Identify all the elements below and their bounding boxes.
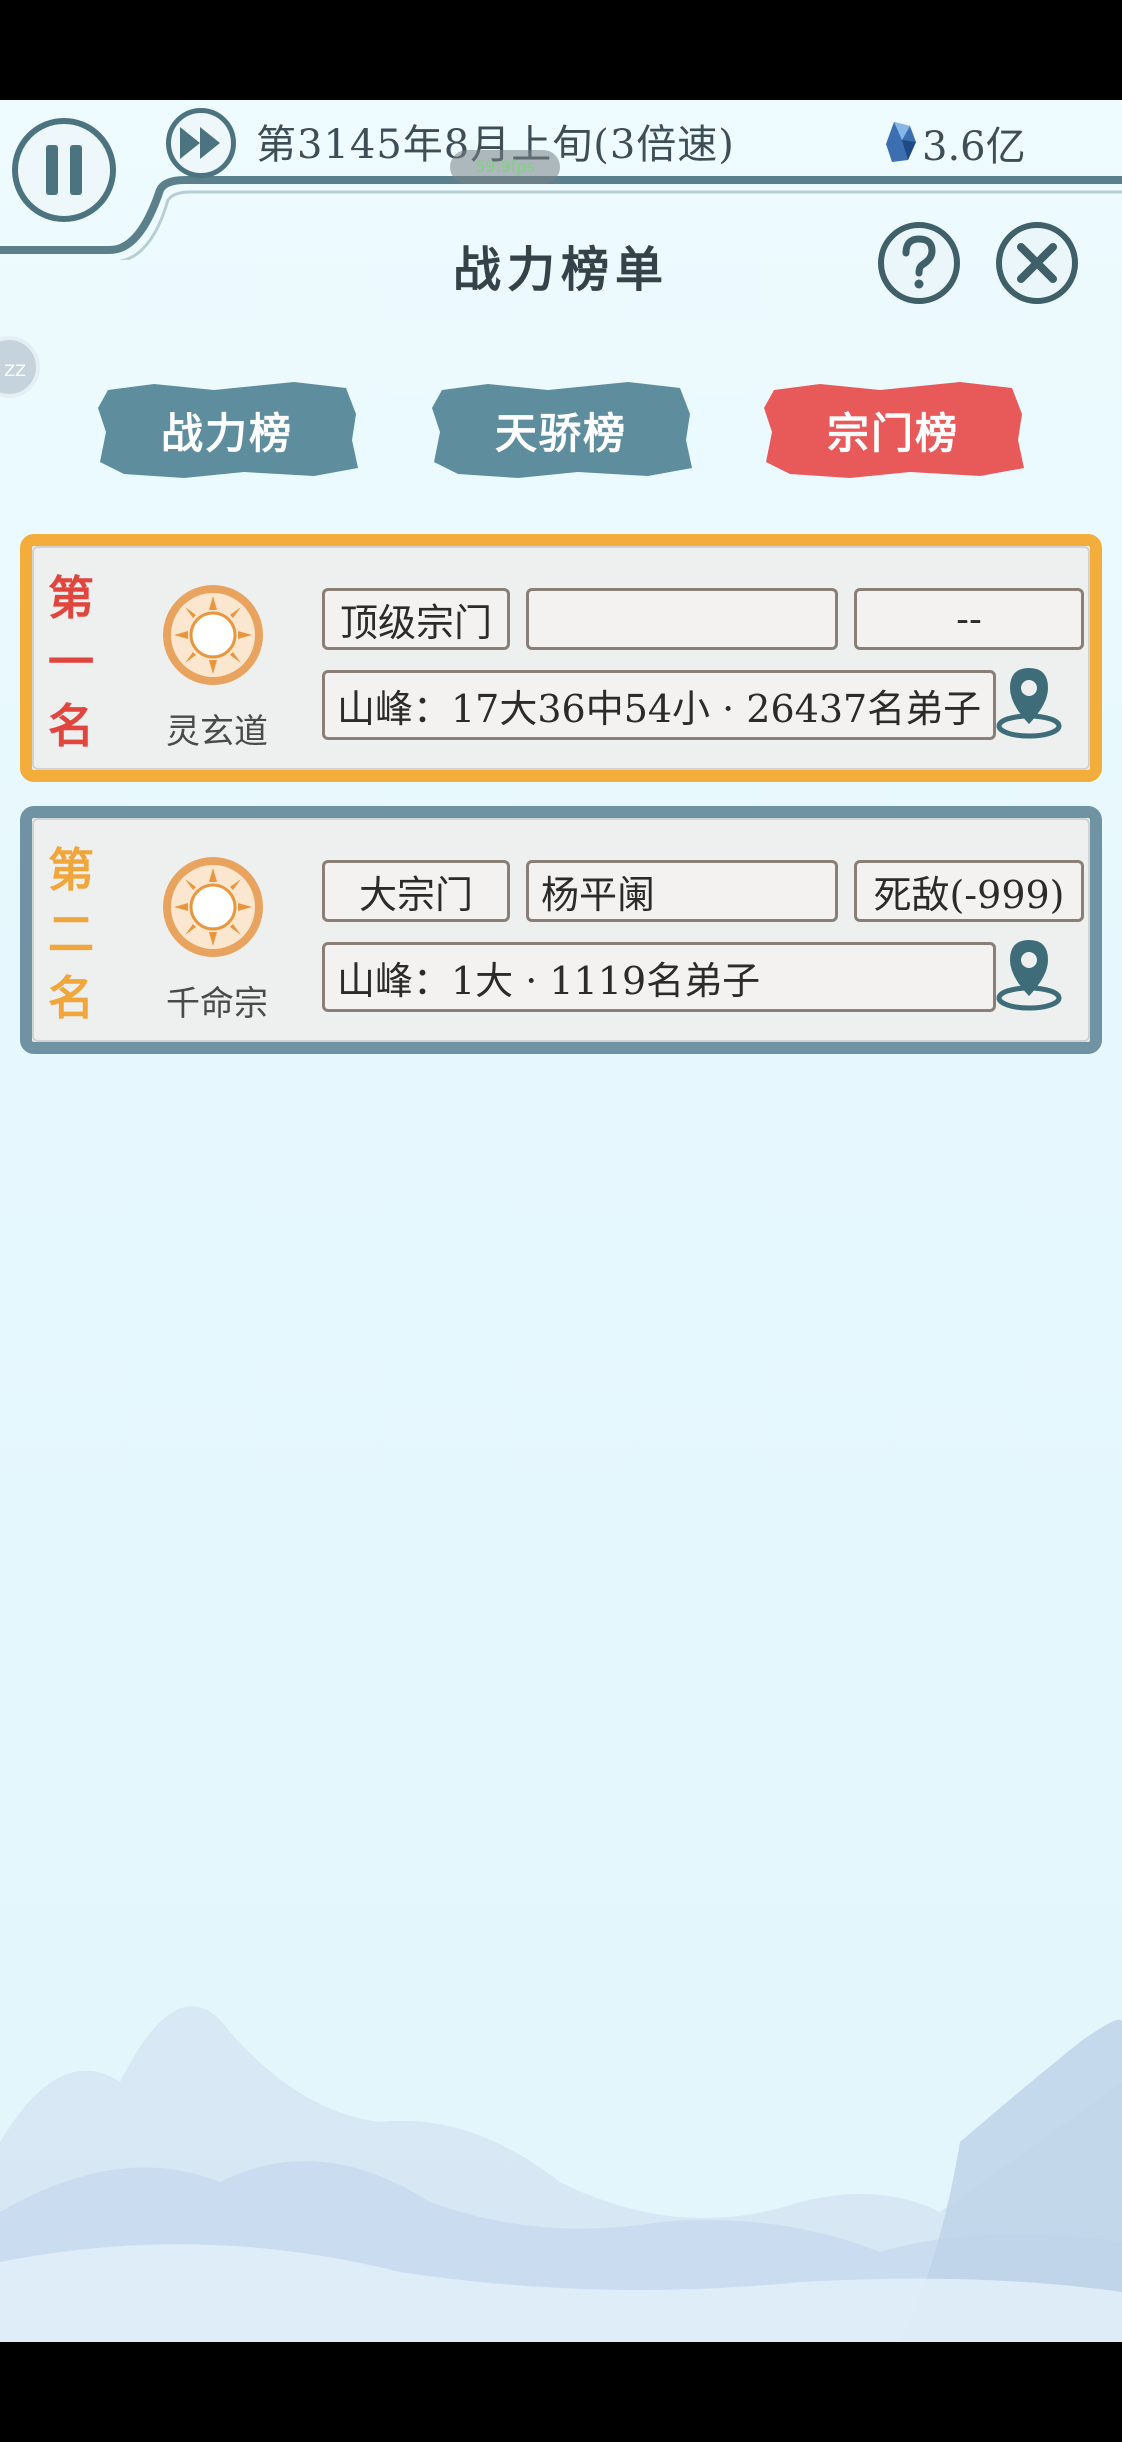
close-button[interactable] [996, 222, 1078, 304]
tab-label: 天骄榜 [494, 408, 627, 458]
sect-detail-field: 山峰：1大 · 1119名弟子 [322, 942, 996, 1012]
sect-name: 灵玄道 [166, 712, 268, 752]
fps-counter: 59.9fps [450, 150, 560, 184]
tab-sect-ranking[interactable]: 宗门榜 [760, 378, 1026, 482]
ranking-card-1[interactable]: 第 一 名 灵玄道 顶级宗门 -- 山峰：17大36中54小 · 26437名弟… [20, 534, 1102, 782]
tab-label: 宗门榜 [826, 408, 959, 458]
sect-relation-field: -- [854, 588, 1084, 650]
fast-forward-button[interactable] [166, 108, 236, 178]
spirit-stone-amount: 3.6亿 [922, 124, 1026, 170]
sect-emblem-icon [163, 585, 263, 685]
help-button[interactable] [878, 222, 960, 304]
rank-label: 第 二 名 [48, 843, 94, 1025]
side-drawer-handle[interactable]: ZZ [0, 336, 40, 398]
sect-relation-field: 死敌(-999) [854, 860, 1084, 922]
rank-label: 第 一 名 [48, 571, 94, 753]
sect-detail-field: 山峰：17大36中54小 · 26437名弟子 [322, 670, 996, 740]
sect-emblem-icon [163, 857, 263, 957]
tab-prodigy-ranking[interactable]: 天骄榜 [428, 378, 694, 482]
mountain-background [0, 2006, 1122, 2342]
close-icon [1017, 243, 1057, 283]
spirit-stone-icon [886, 122, 916, 162]
ranking-card-2[interactable]: 第 二 名 千命宗 大宗门 杨平阑 死敌(-999) 山峰：1大 · 1119名… [20, 806, 1102, 1054]
sect-level-field: 顶级宗门 [322, 588, 510, 650]
sect-leader-field: 杨平阑 [526, 860, 838, 922]
tab-label: 战力榜 [160, 408, 293, 458]
location-pin-icon[interactable] [994, 662, 1064, 742]
pause-icon [46, 145, 58, 195]
fast-forward-icon [180, 127, 220, 159]
question-icon [902, 235, 936, 289]
sect-leader-field [526, 588, 838, 650]
tab-power-ranking[interactable]: 战力榜 [94, 378, 360, 482]
sect-level-field: 大宗门 [322, 860, 510, 922]
game-screen: 第3145年8月上旬(3倍速) 59.9fps 3.6亿 战力榜单 ZZ 战力榜… [0, 100, 1122, 2342]
location-pin-icon[interactable] [994, 934, 1064, 1014]
pause-button[interactable] [12, 118, 116, 222]
sect-name: 千命宗 [166, 984, 268, 1024]
